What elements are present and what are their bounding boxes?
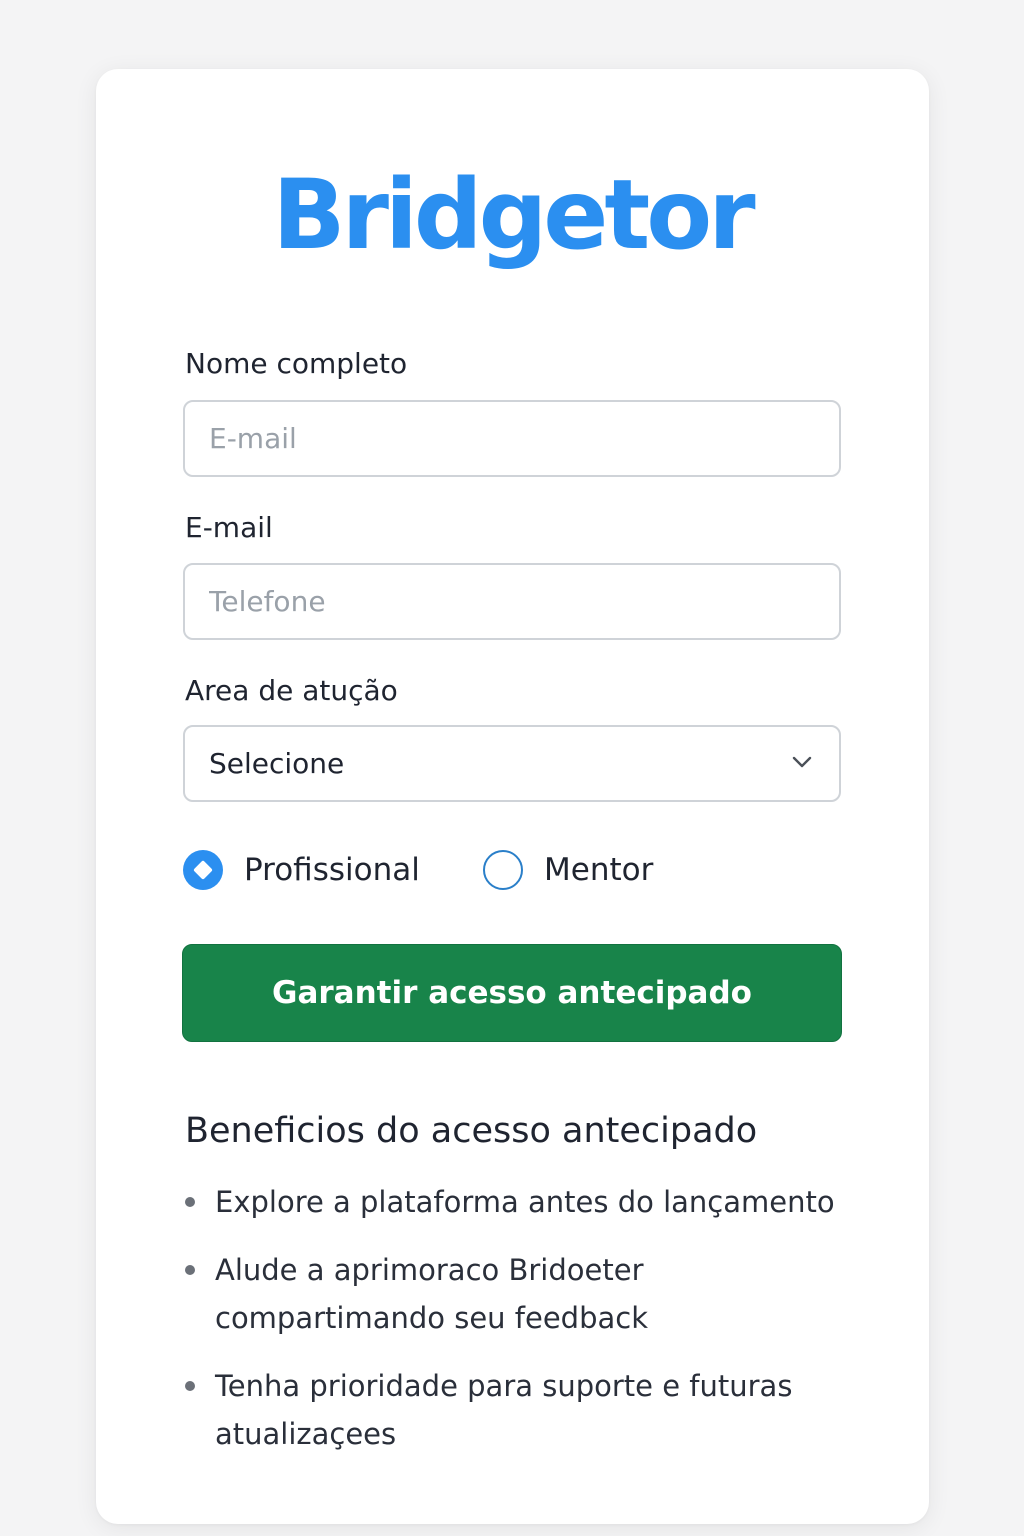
early-access-button[interactable]: Garantir acesso antecipado xyxy=(182,944,842,1042)
chevron-down-icon xyxy=(792,756,812,768)
name-label: Nome completo xyxy=(185,347,408,380)
benefit-item: Tenha prioridade para suporte e futuras … xyxy=(185,1362,845,1458)
benefits-list: Explore a plataforma antes do lançamento… xyxy=(185,1178,845,1478)
email-field-box xyxy=(183,563,841,640)
benefit-item: Alude a aprimoraco Bridoeter compartiman… xyxy=(185,1246,845,1342)
area-select-value: Selecione xyxy=(209,747,345,780)
brand-logo: Bridgetor xyxy=(272,159,755,271)
radio-profissional-label: Profissional xyxy=(244,852,420,888)
name-input[interactable] xyxy=(185,402,839,475)
radio-mentor[interactable]: Mentor xyxy=(483,850,653,890)
benefits-title: Beneficios do acesso antecipado xyxy=(185,1111,758,1151)
radio-selected-icon xyxy=(183,850,223,890)
email-label: E-mail xyxy=(185,511,273,544)
radio-unselected-icon xyxy=(483,850,523,890)
radio-profissional[interactable]: Profissional xyxy=(183,850,420,890)
area-select[interactable]: Selecione xyxy=(183,725,841,802)
area-label: Area de atução xyxy=(185,674,398,707)
name-field-box xyxy=(183,400,841,477)
email-input[interactable] xyxy=(185,565,839,638)
benefit-item: Explore a plataforma antes do lançamento xyxy=(185,1178,845,1226)
radio-mentor-label: Mentor xyxy=(544,852,654,888)
